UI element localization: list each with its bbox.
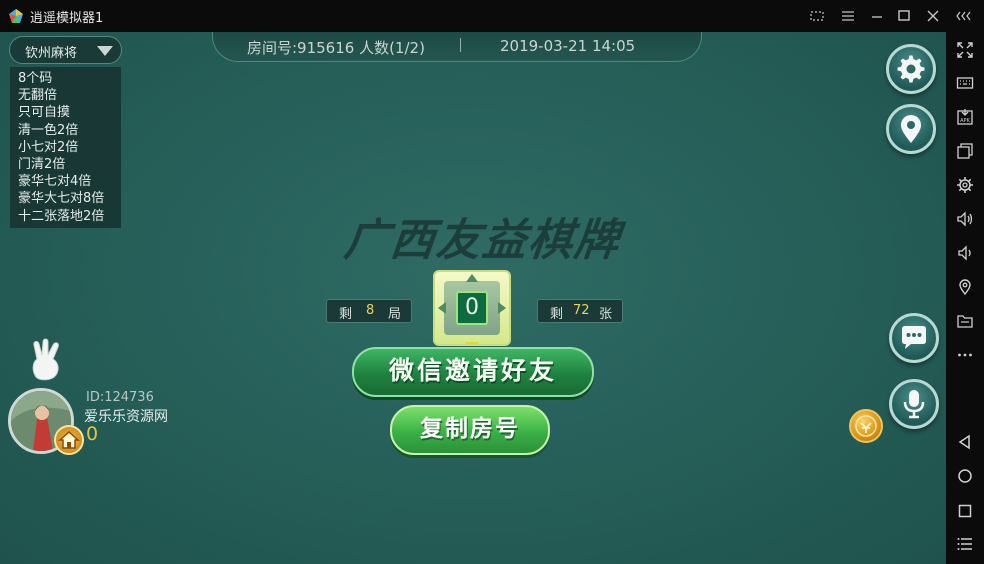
collapse-icon[interactable] xyxy=(952,4,976,28)
rule-item: 十二张落地2倍 xyxy=(18,208,105,224)
screen-icon[interactable] xyxy=(805,4,829,28)
room-info: 房间号:915616 人数(1/2) xyxy=(247,39,425,57)
tiles-prefix: 剩 xyxy=(550,307,564,322)
rule-item: 门清2倍 xyxy=(18,157,66,173)
tiles-suffix: 张 xyxy=(599,307,613,322)
close-icon[interactable] xyxy=(921,4,945,28)
direction-arrows-icon xyxy=(438,274,506,344)
list-icon[interactable] xyxy=(953,532,977,556)
settings-gear-icon[interactable] xyxy=(953,173,977,197)
game-logo-title: 广西友益棋牌 xyxy=(341,215,624,266)
svg-text:APK: APK xyxy=(960,118,970,124)
rule-item: 清一色2倍 xyxy=(18,122,79,138)
gold-coin-button[interactable] xyxy=(849,409,883,443)
rounds-remaining-value: 8 xyxy=(366,303,375,318)
recents-icon[interactable] xyxy=(953,499,977,523)
apk-install-icon[interactable]: APK xyxy=(953,105,977,129)
wechat-invite-button[interactable]: 微信邀请好友 xyxy=(352,347,594,397)
room-owner-house-icon xyxy=(54,425,84,455)
volume-down-icon[interactable] xyxy=(953,241,977,265)
chat-button[interactable] xyxy=(889,313,939,363)
rounds-prefix: 剩 xyxy=(339,307,353,322)
chat-bubble-icon xyxy=(902,326,926,349)
room-datetime: 2019-03-21 14:05 xyxy=(500,37,636,55)
emulator-side-toolbar: APK xyxy=(946,32,984,564)
rule-item: 只可自摸 xyxy=(18,105,71,121)
game-type-label: 钦州麻将 xyxy=(25,46,78,61)
room-info-bar: 房间号:915616 人数(1/2) 2019-03-21 14:05 xyxy=(212,32,702,62)
room-info-divider xyxy=(460,38,461,52)
rule-item: 豪华七对4倍 xyxy=(18,174,92,190)
multi-window-icon[interactable] xyxy=(953,139,977,163)
location-icon[interactable] xyxy=(953,275,977,299)
fullscreen-icon[interactable] xyxy=(953,38,977,62)
direction-indicator: 0 xyxy=(433,270,511,346)
folder-icon[interactable] xyxy=(953,309,977,333)
game-table: 房间号:915616 人数(1/2) 2019-03-21 14:05 钦州麻将… xyxy=(0,32,946,564)
tiles-remaining-counter: 剩 72 张 xyxy=(537,299,623,323)
settings-button[interactable] xyxy=(886,44,936,94)
microphone-icon xyxy=(903,390,925,419)
keyboard-icon[interactable] xyxy=(953,71,977,95)
maximize-icon[interactable] xyxy=(892,4,916,28)
rule-item: 8个码 xyxy=(18,71,53,86)
game-type-dropdown[interactable]: 钦州麻将 xyxy=(9,36,122,64)
rules-panel: 8个码 无翻倍 只可自摸 清一色2倍 小七对2倍 门清2倍 豪华七对4倍 豪华大… xyxy=(10,67,121,228)
rule-item: 小七对2倍 xyxy=(18,139,79,155)
player-score: 0 xyxy=(86,423,99,445)
tiles-remaining-value: 72 xyxy=(573,303,590,318)
copy-room-number-button[interactable]: 复制房号 xyxy=(390,405,550,455)
window-title-bar: 逍遥模拟器1 xyxy=(0,0,984,32)
coin-icon xyxy=(855,415,877,437)
home-icon[interactable] xyxy=(953,464,977,488)
player-id: ID:124736 xyxy=(86,390,154,405)
location-pin-icon xyxy=(901,115,921,143)
app-logo-icon xyxy=(9,9,23,23)
gear-icon xyxy=(897,55,925,83)
rule-item: 豪华大七对8倍 xyxy=(18,191,105,207)
menu-icon[interactable] xyxy=(836,4,860,28)
voice-button[interactable] xyxy=(889,379,939,429)
more-icon[interactable] xyxy=(953,343,977,367)
back-icon[interactable] xyxy=(953,430,977,454)
ready-hand-icon xyxy=(32,338,59,381)
rule-item: 无翻倍 xyxy=(18,88,58,104)
rounds-remaining-counter: 剩 8 局 xyxy=(326,299,412,323)
chevron-down-icon xyxy=(97,46,113,56)
rules-list: 8个码 无翻倍 只可自摸 清一色2倍 小七对2倍 门清2倍 豪华七对4倍 豪华大… xyxy=(18,70,104,225)
rounds-suffix: 局 xyxy=(388,307,402,322)
location-button[interactable] xyxy=(886,104,936,154)
volume-up-icon[interactable] xyxy=(953,207,977,231)
minimize-icon[interactable] xyxy=(865,4,889,28)
window-title: 逍遥模拟器1 xyxy=(30,11,104,26)
